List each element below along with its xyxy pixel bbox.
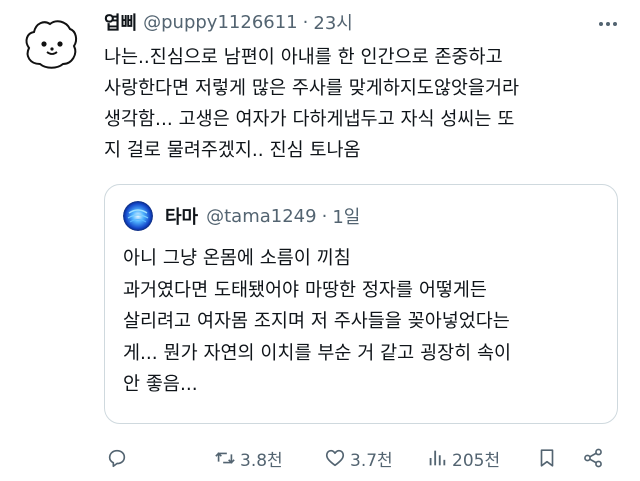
retweet-count: 3.8천 [240,450,283,471]
reply-button[interactable] [106,440,132,476]
quote-separator-dot: · [321,205,328,227]
like-count: 3.7천 [350,450,393,471]
quote-display-name[interactable]: 타마 [165,203,198,229]
puppy-avatar-icon [25,20,78,69]
retweet-button[interactable]: 3.8천 [214,440,283,476]
avatar[interactable] [20,14,82,76]
user-handle[interactable]: @puppy1126611 [143,12,298,33]
share-button[interactable] [582,440,608,476]
like-button[interactable]: 3.7천 [324,440,393,476]
action-bar: 3.8천 3.7천 205천 [104,440,624,476]
quoted-tweet[interactable]: 타마 @tama1249 · 1일 아니 그냥 온몸에 소름이 끼침 과거였다면… [104,184,618,424]
heart-icon [325,449,345,467]
tweet-card: 엽삐 @puppy1126611 · 23시 나는..진심으로 남편이 아내를 … [0,0,640,481]
tweet-header: 엽삐 @puppy1126611 · 23시 [104,8,353,36]
quote-text: 아니 그냥 온몸에 소름이 끼침 과거였다면 도태됐어야 마땅한 정자를 어떻게… [123,248,512,395]
view-count: 205천 [452,450,501,471]
reply-icon [108,449,126,468]
views-button[interactable]: 205천 [426,440,500,476]
retweet-icon [215,452,235,464]
tweet-text: 나는..진심으로 남편이 아내를 한 인간으로 존중하고 사랑한다면 저렇게 많… [104,47,519,161]
more-options-button[interactable] [596,12,620,36]
display-name[interactable]: 엽삐 [104,9,137,35]
separator-dot: · [302,11,309,33]
quote-timestamp[interactable]: 1일 [332,203,360,229]
bookmark-button[interactable] [536,440,562,476]
quote-user-handle[interactable]: @tama1249 [206,206,316,227]
quote-avatar[interactable] [123,201,153,231]
timestamp[interactable]: 23시 [313,9,352,35]
quote-header: 타마 @tama1249 · 1일 [123,201,360,231]
bookmark-icon [540,449,554,467]
blue-orb-avatar-icon [123,201,153,231]
views-icon [429,450,446,466]
more-icon [599,22,617,26]
share-icon [584,448,602,468]
